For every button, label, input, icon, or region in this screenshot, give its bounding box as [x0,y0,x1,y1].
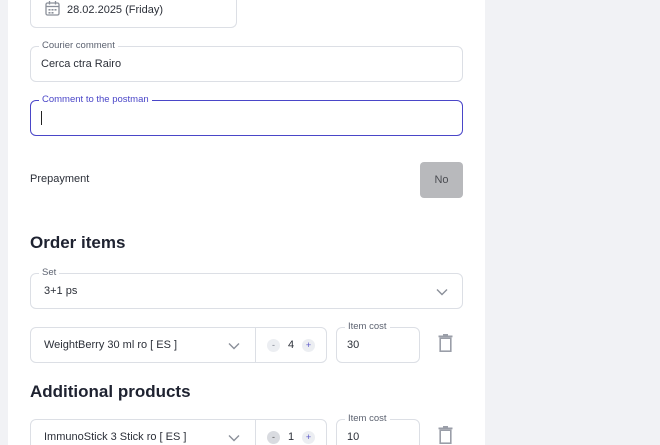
chevron-down-icon[interactable] [228,342,240,350]
trash-icon[interactable] [438,334,453,352]
additional-product-row: ImmunoStick 3 Stick ro [ ES ] - 1 + [30,419,327,445]
prepayment-label: Prepayment [30,173,90,185]
item-cost-label: Item cost [345,413,390,425]
order-items-title: Order items [30,233,126,252]
trash-icon[interactable] [438,426,453,444]
additional-products-title: Additional products [30,382,191,401]
order-form-panel: 28.02.2025 (Friday) Courier comment Cerc… [8,0,485,445]
text-cursor [41,111,42,125]
divider [255,420,256,445]
postman-comment-label: Comment to the postman [39,94,152,106]
set-label: Set [39,267,60,279]
chevron-down-icon[interactable] [228,434,240,442]
item-cost-field[interactable]: Item cost 30 [336,321,420,363]
quantity-value: 4 [287,339,295,351]
quantity-value: 1 [287,431,295,443]
postman-comment-field[interactable]: Comment to the postman [30,94,463,136]
prepayment-toggle-button[interactable]: No [420,162,463,198]
divider [255,328,256,362]
quantity-decrement-button[interactable]: - [267,339,280,352]
courier-comment-field[interactable]: Courier comment Cerca ctra Rairo [30,40,463,82]
quantity-increment-button[interactable]: + [302,431,315,444]
item-cost-field[interactable]: Item cost 10 [336,413,420,445]
item-cost-value: 10 [347,431,360,443]
calendar-icon [45,1,60,16]
set-value: 3+1 ps [44,285,78,297]
courier-comment-label: Courier comment [39,40,118,52]
delivery-date-field[interactable]: 28.02.2025 (Friday) [30,0,237,28]
quantity-decrement-button[interactable]: - [267,431,280,444]
set-select[interactable]: Set 3+1 ps [30,267,463,309]
item-cost-label: Item cost [345,321,390,333]
order-item-row: WeightBerry 30 ml ro [ ES ] - 4 + [30,327,327,363]
order-item-product[interactable]: WeightBerry 30 ml ro [ ES ] [44,339,177,351]
quantity-increment-button[interactable]: + [302,339,315,352]
chevron-down-icon [436,289,448,296]
additional-product-name[interactable]: ImmunoStick 3 Stick ro [ ES ] [44,431,186,443]
courier-comment-value: Cerca ctra Rairo [41,58,122,70]
item-cost-value: 30 [347,339,360,351]
delivery-date-value: 28.02.2025 (Friday) [67,4,163,16]
